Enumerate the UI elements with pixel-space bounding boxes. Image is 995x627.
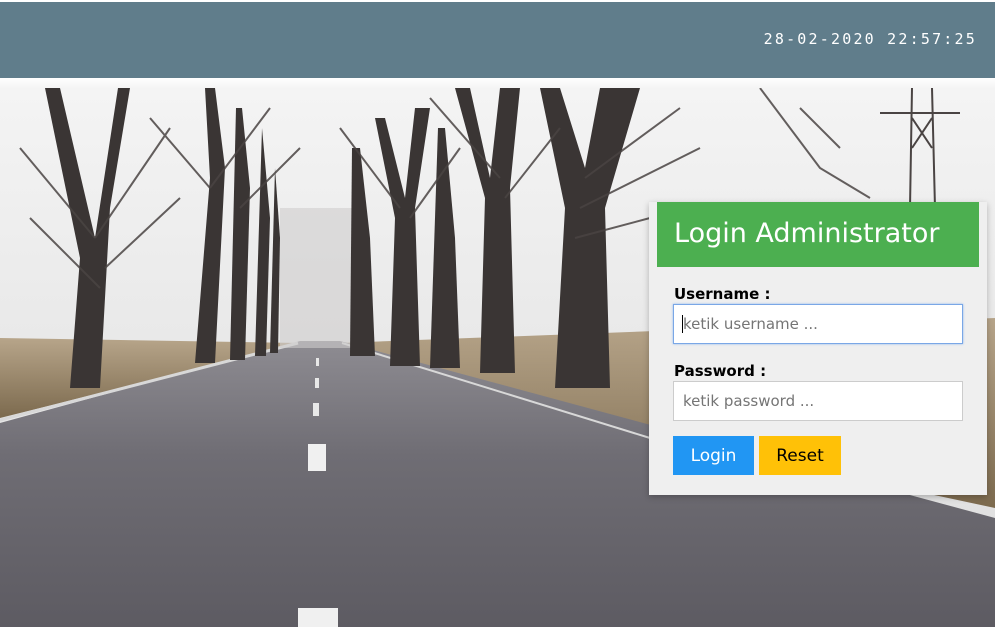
login-title: Login Administrator: [674, 218, 940, 249]
login-card: Login Administrator Username : Password …: [649, 202, 987, 495]
datetime-display: 28-02-2020 22:57:25: [763, 30, 977, 48]
username-label: Username :: [674, 285, 771, 303]
top-header-bar: 28-02-2020 22:57:25: [0, 2, 995, 78]
username-input[interactable]: [673, 304, 963, 344]
login-header: Login Administrator: [657, 202, 979, 267]
password-input[interactable]: [673, 381, 963, 421]
reset-button[interactable]: Reset: [759, 436, 841, 475]
login-button[interactable]: Login: [673, 436, 754, 475]
text-cursor: [682, 315, 683, 333]
password-label: Password :: [674, 362, 767, 380]
